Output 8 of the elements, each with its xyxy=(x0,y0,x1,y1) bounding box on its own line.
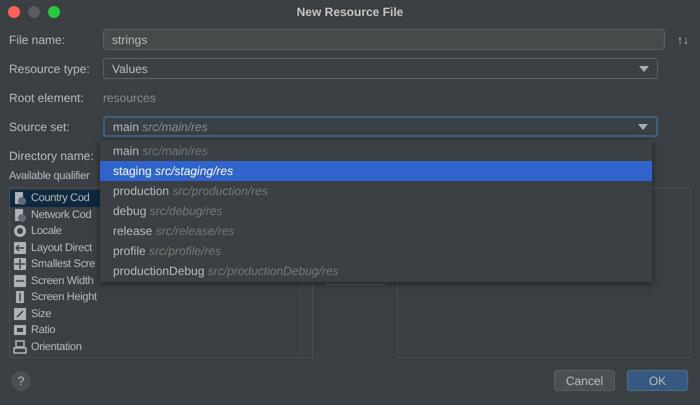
field-label: Root element: xyxy=(9,90,85,106)
window-title: New Resource File xyxy=(296,4,404,21)
field-label: File name: xyxy=(9,32,66,48)
field-label: Directory name: xyxy=(9,148,95,164)
qualifiers-label: Available qualifier xyxy=(9,169,90,184)
field-label: Resource type: xyxy=(9,60,91,78)
root-element-value: resources xyxy=(103,90,156,106)
field-label: Source set: xyxy=(9,118,71,136)
